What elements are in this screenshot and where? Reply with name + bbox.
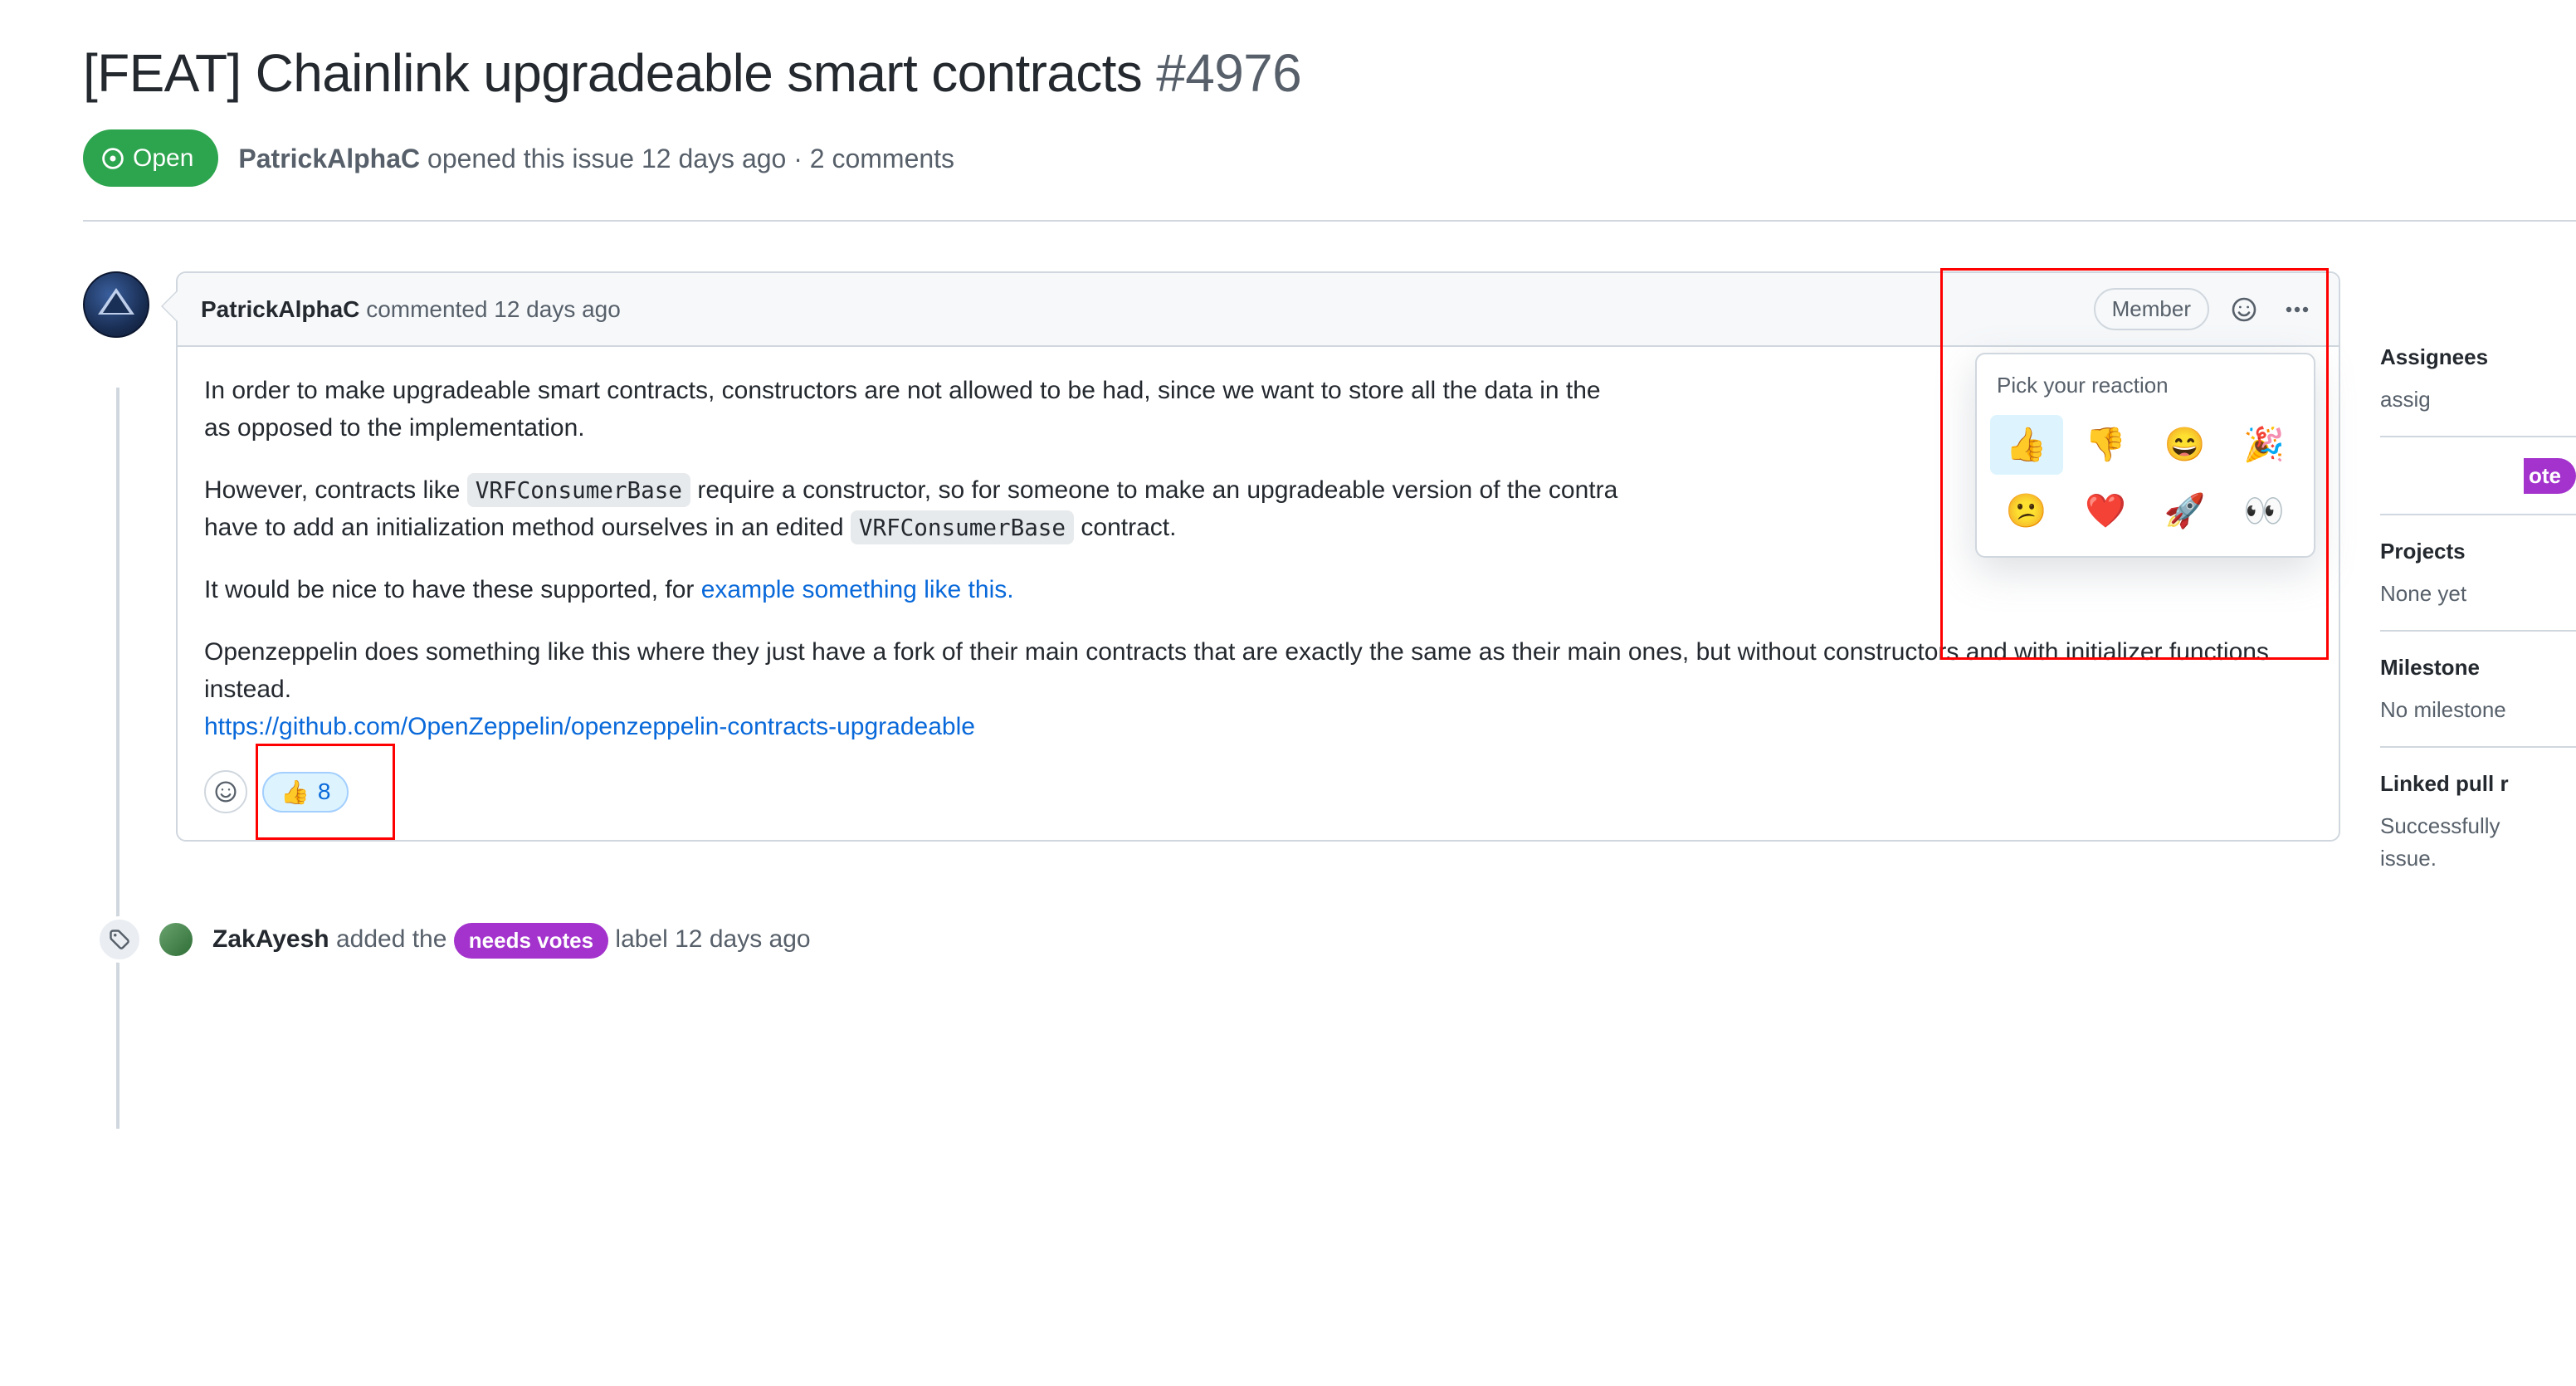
event-user-link[interactable]: ZakAyesh: [212, 925, 329, 953]
add-reaction-inline-button[interactable]: [204, 770, 247, 813]
issue-title: [FEAT] Chainlink upgradeable smart contr…: [83, 33, 2576, 113]
repo-link[interactable]: https://github.com/OpenZeppelin/openzepp…: [204, 713, 975, 740]
reaction-heart[interactable]: ❤️: [2070, 481, 2143, 541]
reaction-thumbs-up[interactable]: 👍: [1990, 415, 2063, 475]
divider: [83, 220, 2576, 222]
smiley-icon: [214, 780, 237, 803]
comment-timestamp: commented 12 days ago: [366, 296, 621, 322]
reaction-confused[interactable]: 😕: [1990, 481, 2063, 541]
issue-number: #4976: [1156, 43, 1301, 103]
reaction-eyes[interactable]: 👀: [2228, 481, 2301, 541]
reaction-picker-title: Pick your reaction: [1977, 354, 2314, 412]
comment-header: PatrickAlphaC commented 12 days ago Memb…: [178, 273, 2339, 347]
kebab-menu-button[interactable]: [2279, 291, 2315, 328]
tag-icon: [96, 916, 143, 963]
sidebar-milestone-heading[interactable]: Milestone: [2380, 652, 2576, 684]
issue-meta: Open PatrickAlphaC opened this issue 12 …: [83, 129, 2576, 187]
smiley-icon: [2231, 296, 2257, 323]
issue-open-icon: [101, 147, 124, 170]
example-link[interactable]: example something like this.: [701, 576, 1014, 603]
kebab-icon: [2284, 296, 2310, 323]
sidebar-assignees-heading[interactable]: Assignees: [2380, 341, 2576, 373]
sidebar-label-fragment[interactable]: ote: [2524, 458, 2576, 494]
comment-author-link[interactable]: PatrickAlphaC: [201, 296, 359, 322]
sidebar-milestone-body: No milestone: [2380, 694, 2576, 726]
sidebar-projects-heading[interactable]: Projects: [2380, 535, 2576, 568]
issue-opened-text: opened this issue 12 days ago · 2 commen…: [427, 144, 954, 173]
reaction-summary-thumbs-up[interactable]: 👍 8: [262, 772, 349, 813]
sidebar-linked-pr-body: Successfully issue.: [2380, 810, 2576, 875]
event-avatar[interactable]: [159, 923, 193, 956]
reaction-rocket[interactable]: 🚀: [2149, 481, 2222, 541]
reaction-laugh[interactable]: 😄: [2149, 415, 2222, 475]
issue-author-link[interactable]: PatrickAlphaC: [238, 144, 420, 173]
inline-code: VRFConsumerBase: [467, 473, 690, 507]
thumbs-up-icon: 👍: [281, 778, 310, 806]
issue-sidebar: Assignees assig ote Projects None yet Mi…: [2380, 271, 2576, 895]
add-reaction-button[interactable]: [2226, 291, 2262, 328]
avatar[interactable]: [83, 271, 149, 338]
reaction-count: 8: [318, 778, 331, 805]
sidebar-assignees-body: assig: [2380, 383, 2576, 416]
author-role-badge: Member: [2094, 288, 2209, 330]
timeline-event: ZakAyesh added the needs votes label 12 …: [96, 916, 2340, 963]
label-needs-votes[interactable]: needs votes: [454, 923, 608, 959]
comment-container: PatrickAlphaC commented 12 days ago Memb…: [176, 271, 2340, 842]
inline-code: VRFConsumerBase: [851, 510, 1074, 544]
reaction-thumbs-down[interactable]: 👎: [2070, 415, 2143, 475]
reaction-picker: Pick your reaction 👍 👎 😄 🎉 😕 ❤️ 🚀: [1975, 353, 2315, 558]
issue-state-badge: Open: [83, 129, 218, 187]
sidebar-linked-pr-heading[interactable]: Linked pull r: [2380, 768, 2576, 800]
reaction-hooray[interactable]: 🎉: [2228, 415, 2301, 475]
sidebar-projects-body: None yet: [2380, 578, 2576, 610]
